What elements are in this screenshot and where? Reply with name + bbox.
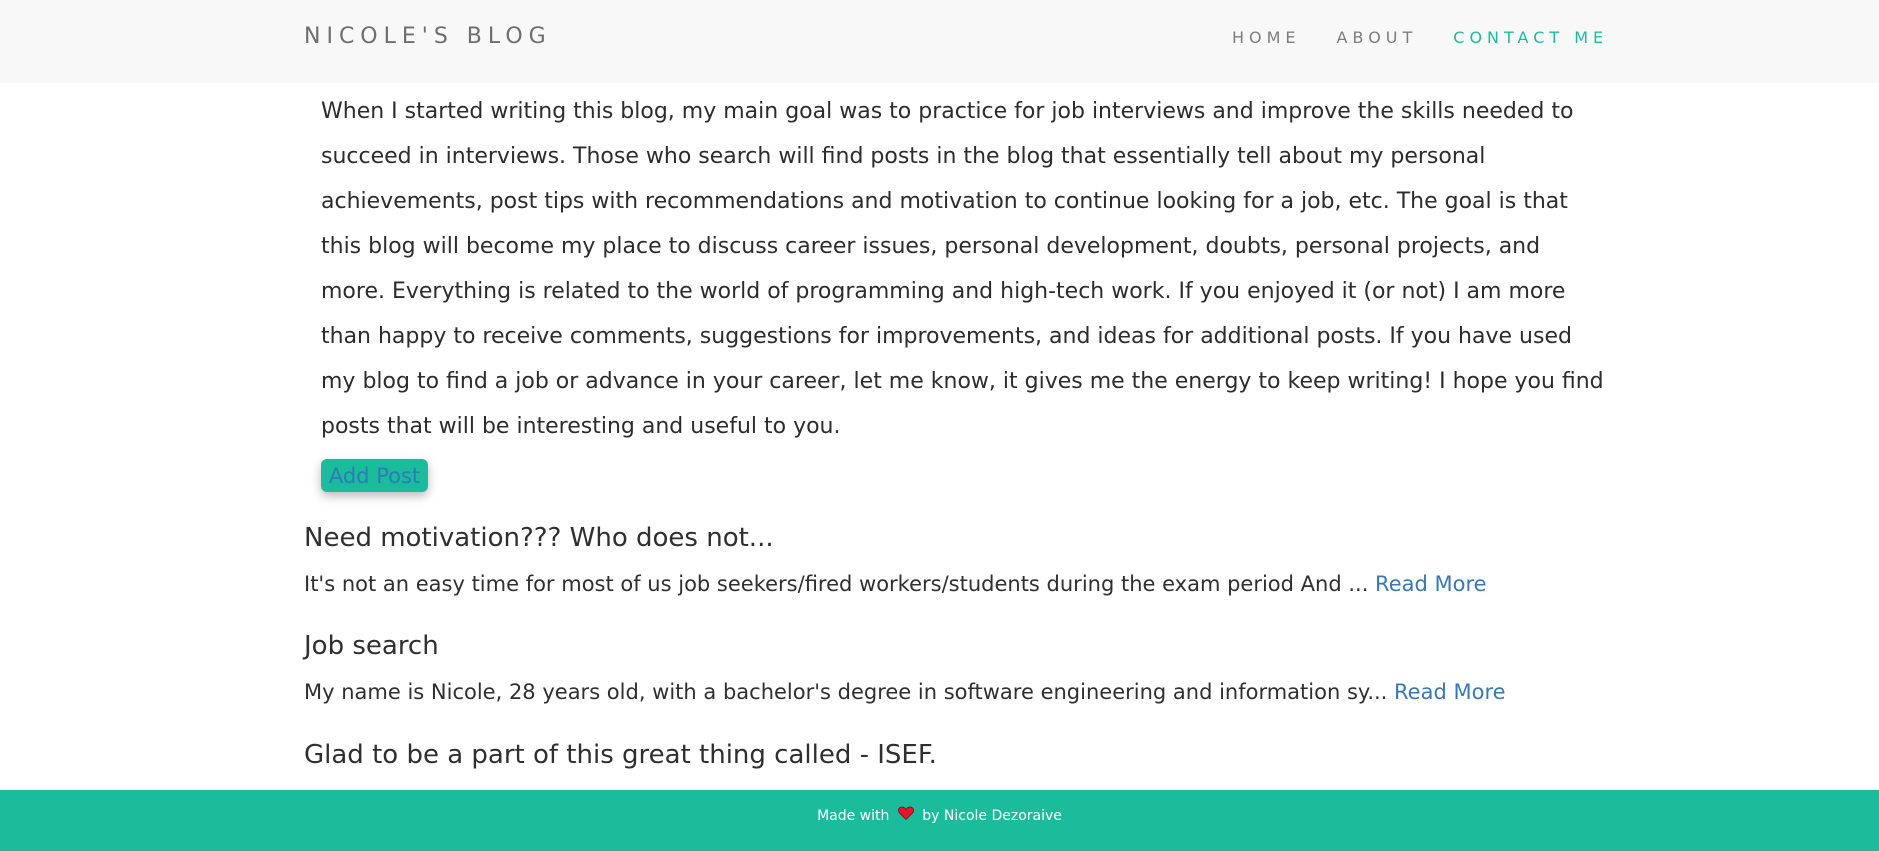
intro-paragraph: When I started writing this blog, my mai…	[321, 99, 1604, 439]
post-title: Need motivation??? Who does not...	[304, 523, 774, 553]
read-more-link[interactable]: Read More	[1394, 680, 1506, 704]
add-post-button[interactable]: Add Post	[321, 459, 428, 492]
post-excerpt: It's not an easy time for most of us job…	[304, 572, 1487, 596]
main-content: When I started writing this blog, my mai…	[0, 83, 1879, 790]
brand-logo-link[interactable]: NICOLE'S BLOG	[304, 24, 552, 49]
footer-made-with: Made with	[817, 808, 890, 824]
footer: Made with by Nicole Dezoraive	[0, 790, 1879, 851]
post-excerpt-text: It's not an easy time for most of us job…	[304, 572, 1376, 596]
post-title: Job search	[304, 631, 439, 661]
footer-author: by Nicole Dezoraive	[922, 808, 1062, 824]
nav-link-about[interactable]: ABOUT	[1337, 28, 1418, 47]
heart-icon	[897, 790, 914, 842]
post-excerpt-text: My name is Nicole, 28 years old, with a …	[304, 680, 1395, 704]
navbar: NICOLE'S BLOG HOME ABOUT CONTACT ME	[0, 0, 1879, 83]
nav-links: HOME ABOUT CONTACT ME	[1232, 28, 1608, 47]
read-more-link[interactable]: Read More	[1375, 572, 1487, 596]
post-title: Glad to be a part of this great thing ca…	[304, 740, 937, 770]
post-excerpt: My name is Nicole, 28 years old, with a …	[304, 680, 1506, 704]
nav-link-home[interactable]: HOME	[1232, 28, 1301, 47]
nav-link-contact-me[interactable]: CONTACT ME	[1453, 28, 1608, 47]
